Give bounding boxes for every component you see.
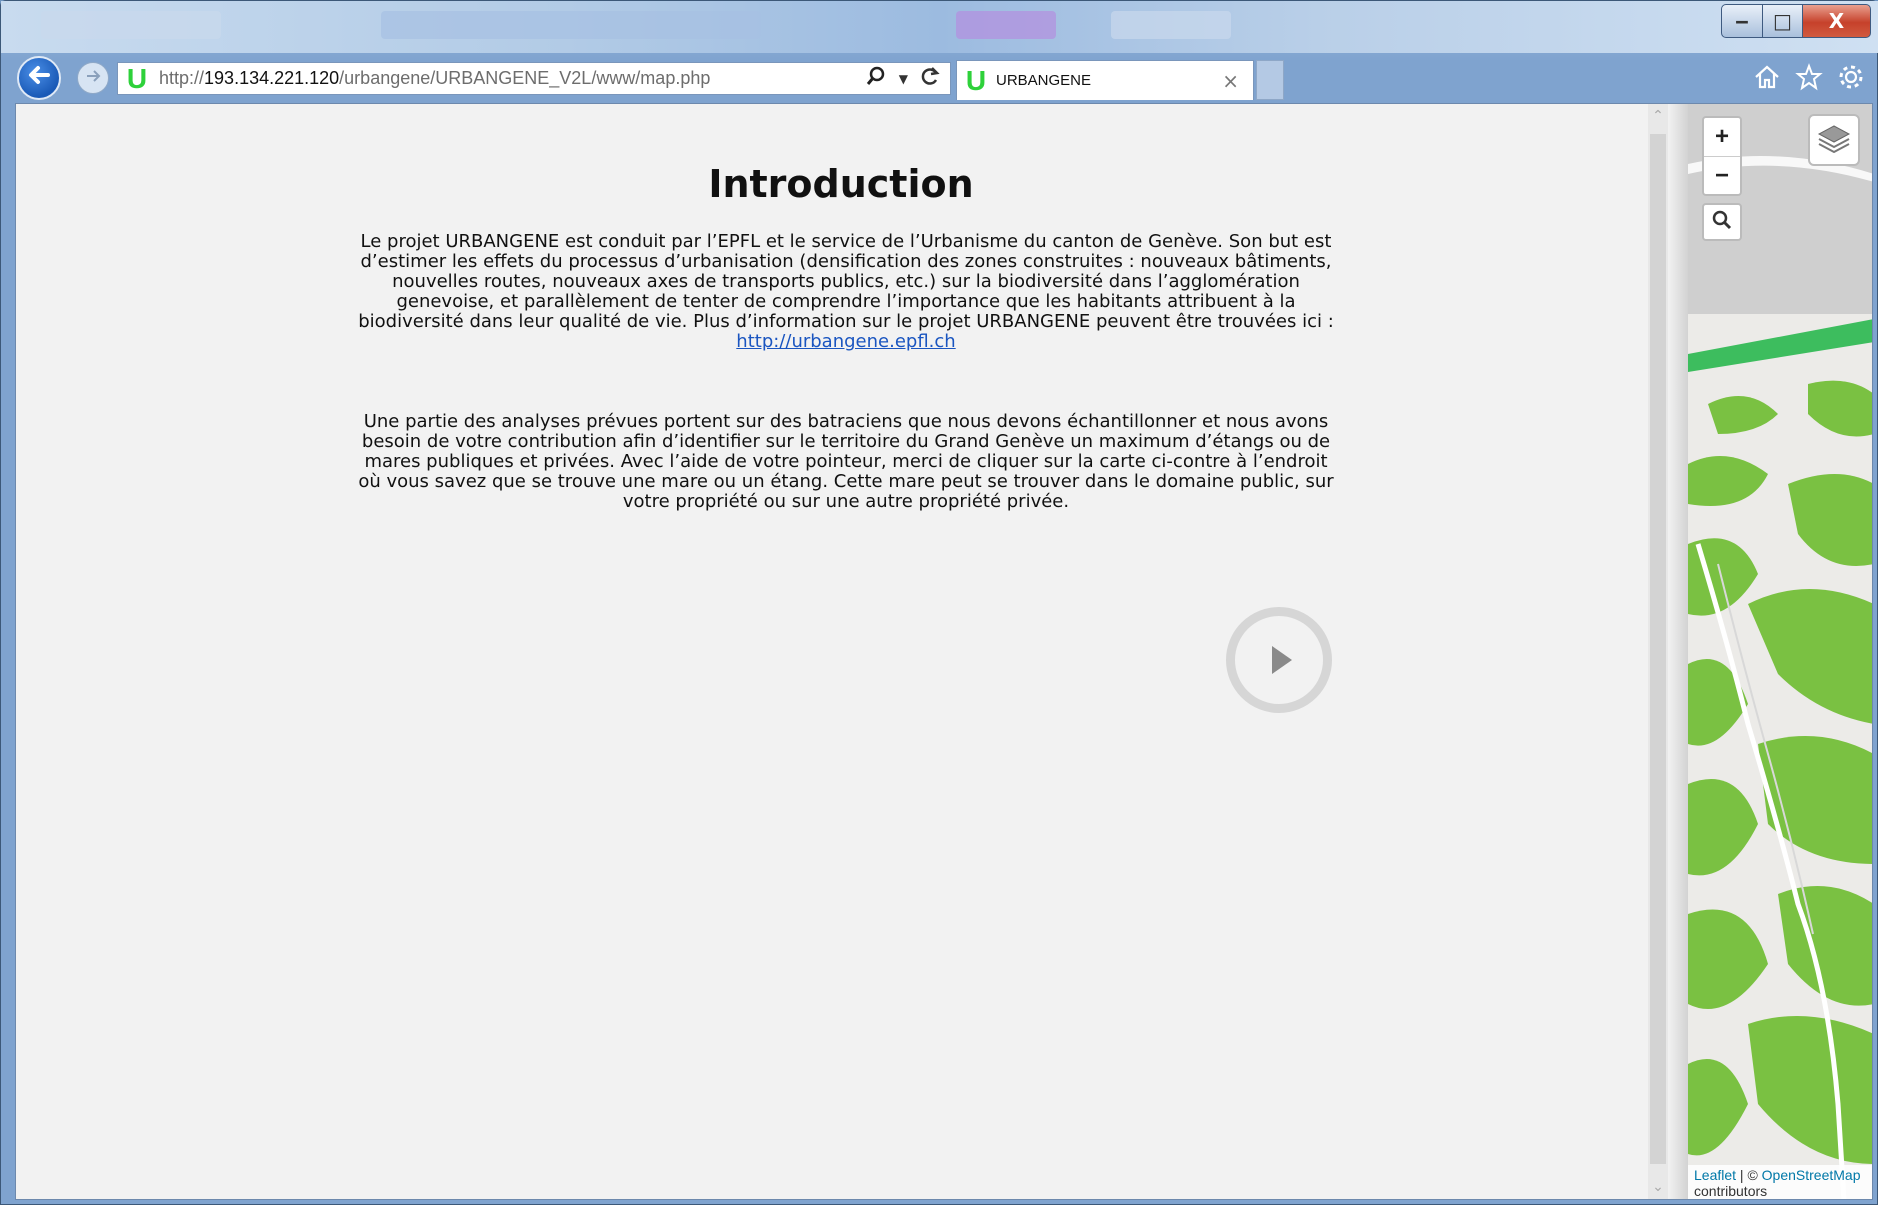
map-panel[interactable]: Leaflet | © OpenStreetMap contributors xyxy=(1688,104,1873,1200)
title-bar: ‒ □ X xyxy=(1,1,1878,53)
blurred-taskbar-item xyxy=(381,11,761,39)
intro-panel: Introduction Le projet URBANGENE est con… xyxy=(16,104,1694,1199)
tab-close-icon[interactable]: × xyxy=(1222,69,1239,93)
forward-button[interactable] xyxy=(77,62,109,94)
window-controls: ‒ □ X xyxy=(1721,4,1871,38)
gear-icon[interactable] xyxy=(1837,63,1865,98)
panel-divider xyxy=(1668,104,1690,1199)
scroll-track[interactable] xyxy=(1650,134,1666,1164)
blurred-taskbar-item xyxy=(1111,11,1231,39)
site-favicon: U xyxy=(126,62,148,94)
minimize-button[interactable]: ‒ xyxy=(1721,4,1763,38)
page-viewport: Introduction Le projet URBANGENE est con… xyxy=(15,103,1873,1200)
tab-favicon: U xyxy=(965,64,987,96)
close-window-button[interactable]: X xyxy=(1803,4,1871,38)
vertical-scrollbar[interactable]: ⌃ ⌄ xyxy=(1648,104,1668,1199)
layers-icon xyxy=(1817,123,1851,157)
browser-window: ‒ □ X U http://193.134.221.120/urbangene… xyxy=(0,0,1878,1205)
zoom-in-button[interactable]: + xyxy=(1704,118,1740,156)
leaflet-link[interactable]: Leaflet xyxy=(1694,1167,1736,1183)
intro-title: Introduction xyxy=(708,162,974,206)
zoom-control: + − xyxy=(1702,116,1742,196)
urbangene-link[interactable]: http://urbangene.epfl.ch xyxy=(736,331,955,352)
tab-urbangene[interactable]: U URBANGENE × xyxy=(956,60,1254,100)
dropdown-chevron-icon[interactable]: ▼ xyxy=(899,72,908,86)
url-text[interactable]: http://193.134.221.120/urbangene/URBANGE… xyxy=(159,68,710,89)
blurred-taskbar-item xyxy=(956,11,1056,39)
blurred-taskbar-item xyxy=(41,11,221,39)
back-button[interactable] xyxy=(17,56,61,100)
play-icon xyxy=(1272,646,1292,674)
home-icon[interactable] xyxy=(1753,63,1781,98)
star-icon[interactable] xyxy=(1795,63,1823,98)
intro-paragraph-2: Une partie des analyses prévues portent … xyxy=(358,411,1334,512)
address-bar[interactable]: U http://193.134.221.120/urbangene/URBAN… xyxy=(117,62,951,95)
layers-button[interactable] xyxy=(1808,114,1860,166)
zoom-out-button[interactable]: − xyxy=(1704,156,1740,194)
intro-paragraph-1: Le projet URBANGENE est conduit par l’EP… xyxy=(358,231,1334,352)
scroll-up-arrow-icon[interactable]: ⌃ xyxy=(1648,108,1668,126)
scroll-down-arrow-icon[interactable]: ⌄ xyxy=(1648,1179,1668,1197)
back-arrow-icon xyxy=(26,62,52,95)
tab-title: URBANGENE xyxy=(996,72,1092,89)
osm-link[interactable]: OpenStreetMap xyxy=(1762,1167,1861,1183)
map-tiles[interactable] xyxy=(1688,104,1873,1200)
map-attribution: Leaflet | © OpenStreetMap contributors xyxy=(1688,1165,1872,1199)
map-search-button[interactable] xyxy=(1702,203,1742,241)
refresh-icon[interactable] xyxy=(920,65,940,92)
browser-toolbar-icons xyxy=(1753,63,1865,98)
new-tab-button[interactable] xyxy=(1256,60,1284,100)
forward-arrow-icon xyxy=(84,67,102,90)
search-icon[interactable] xyxy=(865,65,887,92)
play-button[interactable] xyxy=(1226,607,1332,713)
maximize-button[interactable]: □ xyxy=(1763,4,1803,38)
search-icon xyxy=(1712,210,1732,234)
